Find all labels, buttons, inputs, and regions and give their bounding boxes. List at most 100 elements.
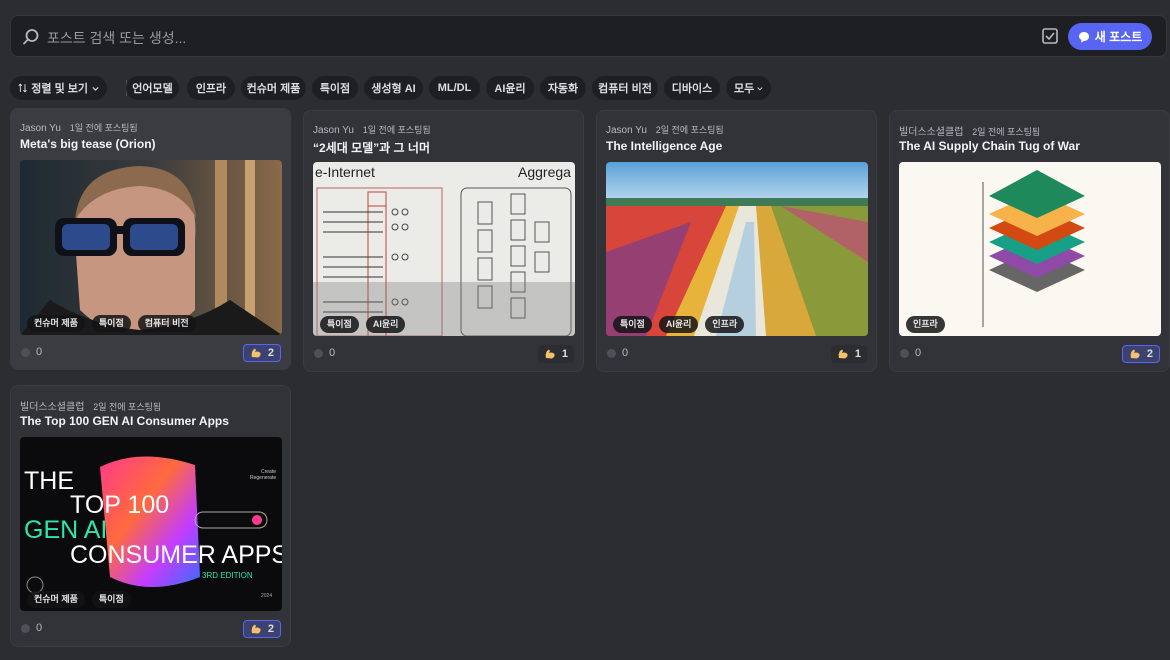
tag-filter-consumer[interactable]: 컨슈머 제품 [241,76,306,100]
image-text-the: THE [24,467,74,495]
all-filter-label: 모두 [734,83,755,95]
post-tags: 컨슈머 제품 특이점 [27,591,131,608]
post-thumbnail [20,160,282,335]
tag-filter-llm[interactable]: 언어모델 [126,76,179,100]
post-tag: 특이점 [320,316,359,333]
post-tag: 컨슈머 제품 [27,315,85,332]
post-time: 1일 전에 포스팅됨 [69,123,138,133]
post-tag: 인프라 [906,316,945,333]
like-button[interactable]: 2 [242,620,281,638]
post-meta: 빌더스소셜클럽 2일 전에 포스팅됨 [20,398,161,413]
checklist-icon[interactable] [1041,27,1059,45]
like-button[interactable]: 2 [242,344,281,362]
post-tag: 인프라 [705,316,745,333]
post-title: The AI Supply Chain Tug of War [899,139,1080,153]
chevron-down-icon [92,86,99,91]
comment-count: 0 [20,622,42,634]
post-meta: 빌더스소셜클럽 2일 전에 포스팅됨 [899,123,1040,138]
post-meta: Jason Yu 2일 전에 포스팅됨 [606,123,724,136]
post-title: The Intelligence Age [606,139,723,153]
post-author: 빌더스소셜클럽 [899,127,964,138]
like-button[interactable]: 2 [1121,345,1160,363]
like-count: 2 [267,623,274,635]
post-tag: 특이점 [91,315,131,332]
new-post-button[interactable]: 새 포스트 [1068,23,1152,50]
comment-count-value: 0 [915,347,922,359]
comment-icon [900,348,909,358]
tag-filter-infra[interactable]: 인프라 [187,76,235,100]
tag-filter-vision[interactable]: 컴퓨터 비전 [592,76,658,100]
comment-count: 0 [899,347,921,359]
like-count: 2 [267,347,274,359]
image-text-regenerate: Regenerate [250,475,276,481]
post-thumbnail: THE TOP 100 GEN AI CONSUMER APPS 3RD EDI… [20,437,282,611]
search-bar[interactable]: 포스트 검색 또는 생성... 새 포스트 [10,15,1167,57]
post-thumbnail: e-Internet Aggrega [313,162,575,336]
tag-filter-genai[interactable]: 생성형 AI [364,76,423,100]
post-tags: 특이점 AI윤리 인프라 [613,316,745,333]
post-thumbnail [606,162,868,336]
filter-bar: 정렬 및 보기 언어모델 인프라 컨슈머 제품 특이점 생성형 AI ML/DL… [10,76,1160,100]
flexed-bicep-icon [251,624,261,634]
comment-icon [607,348,616,358]
post-meta: Jason Yu 1일 전에 포스팅됨 [313,123,431,136]
tag-filter-singularity[interactable]: 특이점 [312,76,358,100]
tag-filter-device[interactable]: 디바이스 [664,76,720,100]
post-author: Jason Yu [606,125,647,136]
flexed-bicep-icon [838,349,848,359]
post-author: Jason Yu [313,125,354,136]
post-tags: 컨슈머 제품 특이점 컴퓨터 비전 [27,315,196,332]
post-time: 1일 전에 포스팅됨 [362,125,431,135]
post-card[interactable]: Jason Yu 1일 전에 포스팅됨 Meta's big tease (Or… [10,108,291,370]
post-card[interactable]: 빌더스소셜클럽 2일 전에 포스팅됨 The AI Supply Chain T… [889,110,1170,372]
search-icon [23,29,39,45]
post-card[interactable]: 빌더스소셜클럽 2일 전에 포스팅됨 The Top 100 GEN AI Co… [10,385,291,647]
post-tag: 컨슈머 제품 [27,591,85,608]
image-caption-left: e-Internet [315,164,375,180]
flexed-bicep-icon [1130,349,1140,359]
comment-count-value: 0 [36,622,43,634]
tag-filter-ai-ethics[interactable]: AI윤리 [486,76,534,100]
comment-count: 0 [20,346,42,358]
post-meta: Jason Yu 1일 전에 포스팅됨 [20,121,138,134]
comment-icon [21,347,30,357]
comment-count: 0 [606,347,628,359]
tag-filter-mldl[interactable]: ML/DL [429,76,480,100]
post-tags: 특이점 AI윤리 [320,316,406,333]
post-title: “2세대 모델”과 그 너머 [313,141,430,155]
like-button[interactable]: 1 [830,345,867,363]
comment-count-value: 0 [622,347,629,359]
like-button[interactable]: 1 [537,345,574,363]
post-card[interactable]: Jason Yu 2일 전에 포스팅됨 The Intelligence Age… [596,110,877,372]
post-tag: AI윤리 [365,316,406,333]
flexed-bicep-icon [545,349,555,359]
post-time: 2일 전에 포스팅됨 [655,125,724,135]
post-author: 빌더스소셜클럽 [20,402,85,413]
chevron-down-icon [757,86,763,90]
like-count: 1 [561,348,568,360]
sort-view-button[interactable]: 정렬 및 보기 [10,76,107,100]
tag-filter-automation[interactable]: 자동화 [540,76,586,100]
search-input[interactable]: 포스트 검색 또는 생성... [47,28,186,48]
chat-bubble-icon [1078,31,1089,42]
image-text-consumer-apps: CONSUMER APPS [70,541,282,569]
like-count: 2 [1146,348,1153,360]
post-title: Meta's big tease (Orion) [20,137,156,151]
new-post-label: 새 포스트 [1094,30,1143,44]
post-tags: 인프라 [906,316,945,333]
image-text-year: 2024 [261,593,272,599]
post-thumbnail [899,162,1161,336]
comment-icon [314,348,323,358]
post-tag: AI윤리 [658,316,699,333]
sort-icon [18,83,27,93]
image-text-genai: GEN AI [24,516,107,544]
post-time: 2일 전에 포스팅됨 [93,402,162,412]
post-time: 2일 전에 포스팅됨 [972,127,1041,137]
image-caption-right: Aggrega [518,164,571,180]
post-tag: 특이점 [613,316,652,333]
image-text-top100: TOP 100 [70,491,169,519]
post-tag: 컴퓨터 비전 [137,315,196,332]
like-count: 1 [854,348,861,360]
all-filter-dropdown[interactable]: 모두 [726,76,771,100]
post-card[interactable]: Jason Yu 1일 전에 포스팅됨 “2세대 모델”과 그 너머 e-Int… [303,110,584,372]
